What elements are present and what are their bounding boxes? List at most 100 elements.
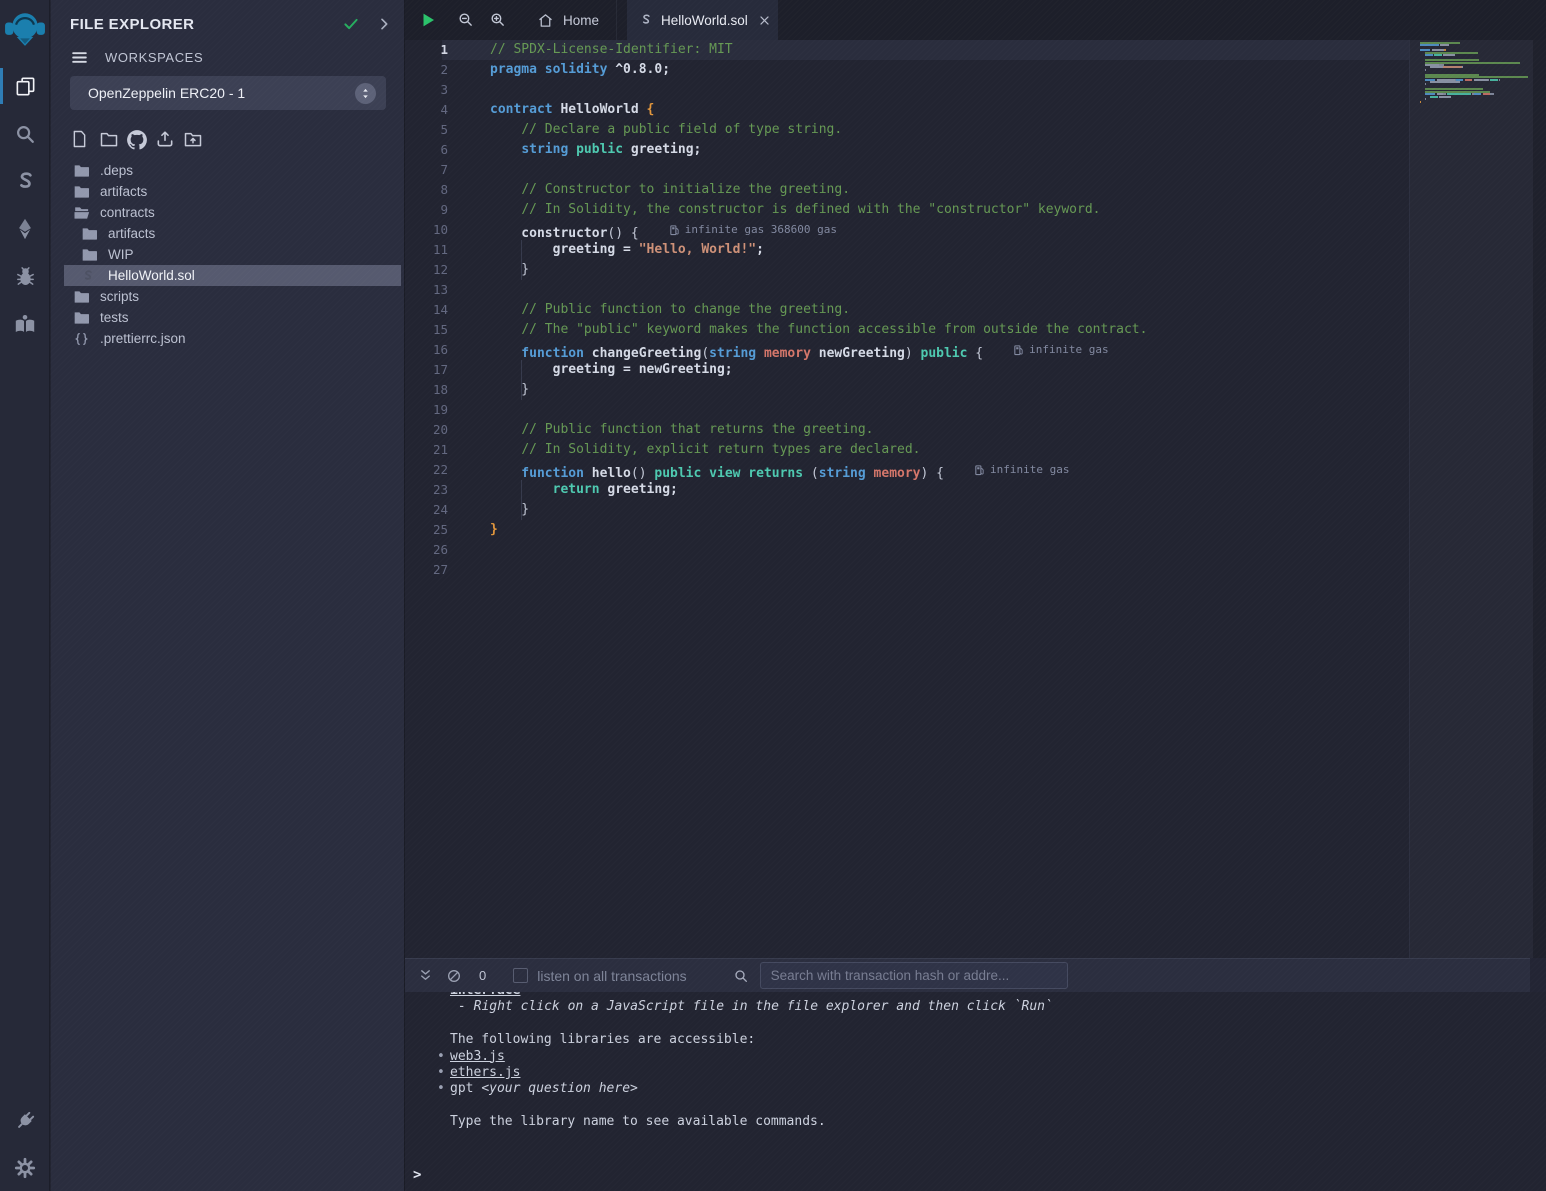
tree-item-helloworld-sol[interactable]: HelloWorld.sol	[64, 265, 401, 286]
line-number: 22	[405, 460, 448, 480]
code-line-17: greeting = newGreeting;	[490, 360, 1409, 380]
line-number: 17	[405, 360, 448, 380]
terminal-line	[450, 1098, 1546, 1114]
folder-icon	[73, 184, 90, 199]
terminal-link[interactable]: ethers.js	[450, 1065, 520, 1080]
gas-estimate-badge: infinite gas	[1013, 340, 1108, 360]
terminal-line: The following libraries are accessible:	[450, 1032, 1546, 1048]
terminal-link[interactable]: web3.js	[450, 1049, 505, 1064]
terminal-prompt[interactable]: >	[413, 1167, 421, 1183]
editor-scrollbar[interactable]	[1533, 40, 1546, 958]
tree-item-scripts[interactable]: scripts	[51, 286, 404, 307]
terminal-output[interactable]: interface- Right click on a JavaScript f…	[405, 992, 1546, 1191]
code-line-27	[490, 560, 1409, 580]
code-line-12: }	[490, 260, 1409, 280]
zoom-in-icon[interactable]	[489, 11, 507, 29]
line-number: 7	[405, 160, 448, 180]
check-icon[interactable]	[342, 15, 360, 33]
gas-estimate-badge: infinite gas	[974, 460, 1069, 480]
code-line-25: }	[490, 520, 1409, 540]
sidebar-icon-plugin-manager[interactable]	[0, 1100, 50, 1140]
sidebar-icon-debugger[interactable]	[0, 256, 50, 296]
new-folder-icon[interactable]	[98, 129, 119, 150]
folder-open-icon	[73, 205, 90, 220]
line-number: 26	[405, 540, 448, 560]
minimap-strip[interactable]	[1410, 40, 1533, 958]
workspaces-menu-icon[interactable]	[70, 48, 89, 67]
solidity-file-icon	[81, 268, 98, 283]
folder-icon	[73, 163, 90, 178]
listen-transactions-checkbox[interactable]	[513, 968, 528, 983]
code-line-20: // Public function that returns the gree…	[490, 420, 1409, 440]
new-file-icon[interactable]	[70, 129, 91, 150]
line-number: 6	[405, 140, 448, 160]
book-icon	[13, 312, 37, 336]
expand-terminal-icon[interactable]	[418, 968, 433, 983]
line-number: 25	[405, 520, 448, 540]
terminal-search-input[interactable]	[760, 962, 1068, 989]
sidebar-icon-search[interactable]	[0, 114, 50, 154]
line-number: 5	[405, 120, 448, 140]
line-number: 12	[405, 260, 448, 280]
upload-folder-icon[interactable]	[182, 129, 203, 150]
braces-icon	[73, 331, 90, 346]
line-number: 21	[405, 440, 448, 460]
code-line-16: function changeGreeting(string memory ne…	[490, 340, 1409, 360]
line-number: 4	[405, 100, 448, 120]
code-line-7	[490, 160, 1409, 180]
vertical-icon-bar	[0, 0, 50, 1191]
sidebar-icon-file-explorer[interactable]	[0, 66, 50, 106]
folder-icon	[73, 310, 90, 325]
code-editor[interactable]: // SPDX-License-Identifier: MITpragma so…	[405, 40, 1546, 958]
line-number: 8	[405, 180, 448, 200]
sidebar-icon-solidity-compiler[interactable]	[0, 161, 50, 201]
line-number: 2	[405, 60, 448, 80]
line-number: 13	[405, 280, 448, 300]
minimap[interactable]	[1420, 42, 1532, 108]
remix-logo[interactable]	[3, 6, 47, 50]
tree-item--prettierrc-json[interactable]: .prettierrc.json	[51, 328, 404, 349]
code-line-13	[490, 280, 1409, 300]
run-script-button[interactable]	[419, 11, 437, 29]
sidebar-icon-deploy-run[interactable]	[0, 209, 50, 249]
zoom-out-icon[interactable]	[457, 11, 475, 29]
code-line-18: }	[490, 380, 1409, 400]
workspace-name: OpenZeppelin ERC20 - 1	[88, 85, 355, 101]
bullet: •	[437, 1049, 445, 1065]
ethereum-icon	[14, 217, 36, 241]
tab-home[interactable]: Home	[521, 0, 617, 40]
tab-helloworld-sol[interactable]: HelloWorld.sol	[627, 0, 778, 40]
tree-item-artifacts[interactable]: artifacts	[51, 181, 404, 202]
line-number: 14	[405, 300, 448, 320]
clone-github-icon[interactable]	[126, 129, 147, 150]
tree-item-label: scripts	[100, 289, 139, 304]
tree-item--deps[interactable]: .deps	[51, 160, 404, 181]
folder-icon	[81, 226, 98, 241]
tree-item-tests[interactable]: tests	[51, 307, 404, 328]
tree-item-label: WIP	[108, 247, 134, 262]
bullet: •	[437, 1065, 445, 1081]
tab-label: HelloWorld.sol	[661, 13, 748, 28]
workspaces-label: WORKSPACES	[105, 50, 203, 65]
code-line-11: greeting = "Hello, World!";	[490, 240, 1409, 260]
code-line-15: // The "public" keyword makes the functi…	[490, 320, 1409, 340]
tree-item-label: HelloWorld.sol	[108, 268, 195, 283]
sidebar-icon-settings[interactable]	[0, 1148, 50, 1188]
close-icon[interactable]	[758, 14, 771, 27]
workspace-selector[interactable]: OpenZeppelin ERC20 - 1	[70, 76, 386, 110]
tree-item-label: artifacts	[100, 184, 147, 199]
workspace-updown-icon[interactable]	[355, 83, 376, 104]
chevron-right-icon[interactable]	[376, 16, 392, 32]
transaction-count: 0	[479, 968, 486, 983]
code-area: // SPDX-License-Identifier: MITpragma so…	[405, 40, 1410, 958]
plug-icon	[14, 1109, 37, 1132]
tree-item-contracts[interactable]: contracts	[51, 202, 404, 223]
sidebar-icon-learneth[interactable]	[0, 304, 50, 344]
tree-item-artifacts[interactable]: artifacts	[51, 223, 404, 244]
code-line-26	[490, 540, 1409, 560]
tree-item-wip[interactable]: WIP	[51, 244, 404, 265]
code-line-5: // Declare a public field of type string…	[490, 120, 1409, 140]
terminal-line: Type the library name to see available c…	[450, 1114, 1546, 1130]
clear-console-icon[interactable]	[446, 968, 462, 984]
upload-file-icon[interactable]	[154, 129, 175, 150]
